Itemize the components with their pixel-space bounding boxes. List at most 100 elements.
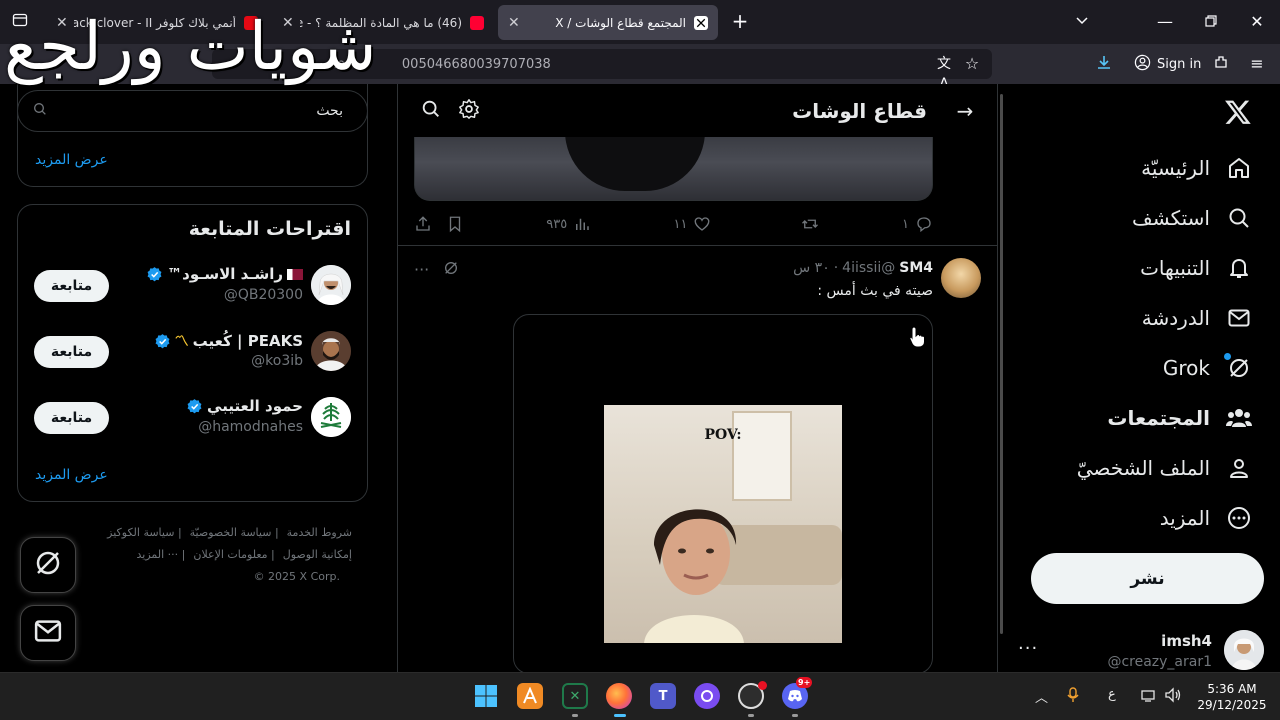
system-clock[interactable]: 5:36 AM 29/12/2025 <box>1192 681 1272 713</box>
messages-floating-button[interactable] <box>20 605 76 661</box>
x-logo-icon[interactable] <box>1224 98 1252 126</box>
discord-badge: 9+ <box>796 677 813 688</box>
suggestion-item[interactable]: راشـد الاسـود™ @QB20300 متابعة <box>18 257 367 317</box>
minimize-icon[interactable]: — <box>1155 12 1175 32</box>
avatar[interactable] <box>311 265 351 305</box>
app-circle-icon[interactable] <box>694 683 720 709</box>
follow-button[interactable]: متابعة <box>34 270 109 302</box>
nav-item-communities[interactable]: المجتمعات <box>1107 398 1252 438</box>
post-button[interactable]: نشر <box>1031 553 1264 604</box>
footer-link-terms[interactable]: شروط الخدمة <box>287 526 352 539</box>
tab-overflow-chevron-icon[interactable] <box>1072 12 1092 32</box>
settings-gear-icon[interactable] <box>458 98 480 124</box>
reply-button[interactable]: ١ <box>902 215 933 233</box>
suggestion-item[interactable]: حمود العتيبي @hamodnahes متابعة <box>18 389 367 449</box>
avatar[interactable] <box>311 331 351 371</box>
bookmark-star-icon[interactable]: ☆ <box>962 54 982 74</box>
close-tab-icon[interactable]: ✕ <box>508 15 520 31</box>
media-figure <box>565 137 705 191</box>
post-author-handle[interactable]: @4iissii <box>842 260 895 276</box>
tab-title: المجتمع قطاع الوشات / X <box>555 15 686 30</box>
input-language[interactable]: ع <box>1108 687 1116 702</box>
nav-item-grok[interactable]: Grok <box>1163 348 1252 388</box>
app-launcher-icon[interactable] <box>517 683 543 709</box>
post-video[interactable]: POV: <box>513 314 933 672</box>
footer-link-privacy[interactable]: سياسة الخصوصيّة <box>190 526 272 539</box>
app-menu-icon[interactable]: ≡ <box>1247 54 1267 74</box>
grok-floating-button[interactable] <box>20 537 76 593</box>
scrollbar[interactable] <box>1000 94 1003 634</box>
windows-start-icon[interactable] <box>473 683 499 709</box>
extensions-icon[interactable] <box>1211 54 1231 75</box>
account-switcher[interactable]: imsh4 @creazy_arar1 ··· <box>1014 624 1264 672</box>
post[interactable]: SM4 @4iissii · ٣٠ س صيته في بث أمس : ··· <box>398 246 997 672</box>
views-chart-icon <box>576 218 589 230</box>
avatar[interactable] <box>311 397 351 437</box>
microphone-icon[interactable] <box>1067 687 1079 707</box>
back-arrow-icon[interactable]: → <box>945 99 985 123</box>
repost-button[interactable] <box>794 215 820 233</box>
views-button[interactable]: ٩٣٥ <box>546 215 591 233</box>
more-options-icon[interactable]: ··· <box>414 260 429 280</box>
xbox-app-icon[interactable]: ✕ <box>562 683 588 709</box>
post-author-name[interactable]: SM4 <box>899 260 933 276</box>
follow-button[interactable]: متابعة <box>34 336 109 368</box>
like-button[interactable]: ١١ <box>674 215 712 233</box>
clock-time: 5:36 AM <box>1207 682 1257 696</box>
sign-in-button[interactable]: Sign in <box>1126 50 1209 78</box>
running-indicator <box>614 714 626 717</box>
mail-icon <box>1226 305 1252 331</box>
show-more-link[interactable]: عرض المزيد <box>35 152 108 168</box>
footer-link-accessibility[interactable]: إمكانية الوصول <box>283 548 352 561</box>
nav-item-messages[interactable]: الدردشة <box>1142 298 1252 338</box>
suggestion-name-row: حمود العتيبي <box>186 397 303 415</box>
browser-tab-x-community[interactable]: المجتمع قطاع الوشات / X ✕ <box>498 5 718 40</box>
nav-label: الدردشة <box>1141 306 1210 330</box>
search-input[interactable]: بحث <box>17 90 368 132</box>
suggestion-item[interactable]: PEAKS | كُعيب 〽 @ko3ib متابعة <box>18 323 367 383</box>
post-time[interactable]: ٣٠ س <box>793 260 830 276</box>
account-name: imsh4 <box>1161 632 1212 650</box>
running-indicator <box>792 714 798 717</box>
qatar-flag-icon <box>287 268 303 280</box>
new-tab-button[interactable]: + <box>730 11 750 31</box>
follow-button[interactable]: متابعة <box>34 402 109 434</box>
video-person <box>644 509 744 643</box>
tray-overflow-chevron-icon[interactable]: ︿ <box>1035 687 1048 706</box>
footer-link-cookies[interactable]: سياسة الكوكيز <box>107 526 174 539</box>
account-more-icon[interactable]: ··· <box>1018 638 1038 659</box>
nav-label: استكشف <box>1132 206 1210 230</box>
who-to-follow-box: اقتراحات المتابعة راشـد الاسـود™ @QB2030… <box>17 204 368 502</box>
search-icon[interactable] <box>420 98 442 124</box>
verified-badge-icon <box>186 398 203 415</box>
firefox-icon[interactable] <box>606 683 632 709</box>
running-indicator <box>748 714 754 717</box>
nav-item-notifications[interactable]: التنبيهات <box>1140 248 1252 288</box>
grok-icon[interactable] <box>443 260 459 280</box>
suggestion-handle: @ko3ib <box>251 353 303 369</box>
nav-item-explore[interactable]: استكشف <box>1132 198 1252 238</box>
show-more-link[interactable]: عرض المزيد <box>35 467 108 483</box>
footer-link-ads-info[interactable]: معلومات الإعلان <box>193 548 267 561</box>
suggestion-name: PEAKS | كُعيب <box>192 332 303 350</box>
video-frame: POV: <box>604 405 842 643</box>
teams-icon[interactable]: T <box>650 683 676 709</box>
network-icon[interactable] <box>1140 687 1156 707</box>
download-icon[interactable] <box>1094 54 1114 75</box>
footer-link-more[interactable]: ··· المزيد <box>137 548 179 561</box>
nav-item-home[interactable]: الرئيسيّة <box>1141 148 1252 188</box>
grok-icon <box>33 548 63 582</box>
volume-icon[interactable] <box>1164 687 1182 707</box>
restore-icon[interactable] <box>1201 12 1221 32</box>
previous-post-media[interactable] <box>414 137 933 201</box>
share-icon[interactable] <box>414 215 432 233</box>
discord-icon[interactable]: 9+ <box>782 677 813 709</box>
nav-item-more[interactable]: المزيد <box>1160 498 1252 538</box>
nav-label: المجتمعات <box>1107 406 1210 430</box>
post-header: SM4 @4iissii · ٣٠ س <box>793 260 933 276</box>
bookmark-icon[interactable] <box>446 215 464 233</box>
nav-item-profile[interactable]: الملف الشخصيّ <box>1077 448 1252 488</box>
avatar[interactable] <box>941 258 981 298</box>
obs-icon[interactable] <box>738 681 767 709</box>
close-window-icon[interactable]: ✕ <box>1247 12 1267 32</box>
